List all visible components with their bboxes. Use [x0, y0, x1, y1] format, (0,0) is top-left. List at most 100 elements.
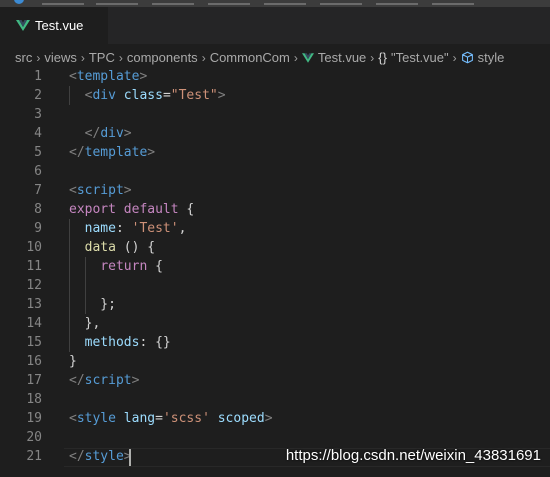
- code-token: >: [217, 88, 226, 103]
- line-number: 16: [26, 354, 42, 369]
- chevron-right-icon: ›: [80, 50, 85, 65]
- menu-item[interactable]: [208, 0, 250, 5]
- code-token: ,: [178, 221, 187, 236]
- line-number: 15: [26, 335, 42, 350]
- code-text: export default {: [69, 200, 194, 219]
- line-number: 3: [34, 107, 42, 122]
- line-number: 19: [26, 411, 42, 426]
- code-token: }: [69, 354, 77, 369]
- line-number: 12: [26, 278, 42, 293]
- code-line[interactable]: 18: [0, 390, 550, 409]
- indent-guide: [69, 86, 70, 105]
- menu-item[interactable]: [96, 0, 138, 5]
- breadcrumb-views[interactable]: views: [44, 50, 77, 65]
- code-token: div: [92, 88, 116, 103]
- menu-item[interactable]: [376, 0, 418, 5]
- braces-icon: {}: [378, 50, 387, 65]
- code-token: template: [84, 145, 148, 160]
- code-text: </template>: [69, 143, 155, 162]
- code-line[interactable]: 16}: [0, 352, 550, 371]
- code-token: methods: [84, 335, 140, 350]
- code-line[interactable]: 5 </template>: [0, 143, 550, 162]
- line-number: 20: [26, 430, 42, 445]
- code-text: <script>: [69, 181, 132, 200]
- code-text: </div>: [69, 124, 132, 143]
- code-token: <: [69, 411, 77, 426]
- tab-test-vue[interactable]: Test.vue: [0, 7, 108, 44]
- code-token: >: [147, 145, 156, 160]
- breadcrumb-src[interactable]: src: [15, 50, 32, 65]
- breadcrumb-file[interactable]: Test.vue: [318, 50, 366, 65]
- editor-tab-bar: Test.vue: [0, 7, 550, 44]
- code-token: "Test": [170, 88, 218, 103]
- code-token: <: [69, 69, 77, 84]
- code-line[interactable]: 13 };: [0, 295, 550, 314]
- line-number: 7: [34, 183, 42, 198]
- code-line[interactable]: 8 export default {: [0, 200, 550, 219]
- line-number: 14: [26, 316, 42, 331]
- code-token: script: [84, 373, 132, 388]
- code-text: </script>: [69, 371, 139, 390]
- breadcrumb-module[interactable]: "Test.vue": [391, 50, 449, 65]
- menu-item[interactable]: [152, 0, 194, 5]
- code-text: <div class="Test">: [69, 86, 226, 105]
- code-line[interactable]: 9 name: 'Test',: [0, 219, 550, 238]
- breadcrumb-components[interactable]: components: [127, 50, 198, 65]
- code-token: };: [69, 297, 116, 312]
- indent-guide: [69, 219, 70, 352]
- line-number: 9: [34, 221, 42, 236]
- code-line[interactable]: 17 </script>: [0, 371, 550, 390]
- code-text: },: [69, 314, 101, 333]
- watermark: https://blog.csdn.net/weixin_43831691: [285, 447, 541, 464]
- code-line[interactable]: 15 methods: {}: [0, 333, 550, 352]
- vue-file-icon: [16, 20, 30, 31]
- code-line[interactable]: 4 </div>: [0, 124, 550, 143]
- breadcrumb-tpc[interactable]: TPC: [89, 50, 115, 65]
- code-line[interactable]: 10 data () {: [0, 238, 550, 257]
- line-number: 1: [34, 69, 42, 84]
- breadcrumb-style[interactable]: style: [478, 50, 505, 65]
- chevron-right-icon: ›: [201, 50, 206, 65]
- code-token: <: [69, 183, 77, 198]
- code-line[interactable]: 12: [0, 276, 550, 295]
- code-line[interactable]: 3: [0, 105, 550, 124]
- breadcrumb-commoncom[interactable]: CommonCom: [210, 50, 290, 65]
- line-number: 17: [26, 373, 42, 388]
- code-text: <style lang='scss' scoped>: [69, 409, 273, 428]
- code-token: </: [69, 145, 85, 160]
- chevron-right-icon: ›: [118, 50, 123, 65]
- code-text: return {: [69, 257, 163, 276]
- code-token: >: [139, 69, 148, 84]
- code-text: <template>: [69, 67, 147, 86]
- code-text: name: 'Test',: [69, 219, 187, 238]
- code-token: :: [115, 221, 132, 236]
- code-token: </: [84, 126, 101, 141]
- code-line[interactable]: 6: [0, 162, 550, 181]
- line-number: 2: [34, 88, 42, 103]
- line-number: 11: [26, 259, 42, 274]
- menu-item[interactable]: [320, 0, 362, 5]
- menu-item[interactable]: [264, 0, 306, 5]
- text-cursor: [129, 449, 131, 466]
- code-text: methods: {}: [69, 333, 171, 352]
- menu-item[interactable]: [432, 0, 474, 5]
- line-number: 18: [26, 392, 42, 407]
- code-token: 'Test': [131, 221, 179, 236]
- code-line[interactable]: 11 return {: [0, 257, 550, 276]
- code-line[interactable]: 1 <template>: [0, 67, 550, 86]
- menu-item[interactable]: [42, 0, 84, 5]
- code-line[interactable]: 19 <style lang='scss' scoped>: [0, 409, 550, 428]
- code-token: </: [69, 449, 85, 464]
- code-line[interactable]: 20: [0, 428, 550, 447]
- code-token: >: [123, 126, 132, 141]
- code-token: {: [178, 202, 195, 217]
- code-line[interactable]: 2 <div class="Test">: [0, 86, 550, 105]
- code-token: </: [69, 373, 85, 388]
- code-line[interactable]: 7 <script>: [0, 181, 550, 200]
- code-token: lang: [123, 411, 156, 426]
- code-line[interactable]: 14 },: [0, 314, 550, 333]
- code-token: script: [76, 183, 124, 198]
